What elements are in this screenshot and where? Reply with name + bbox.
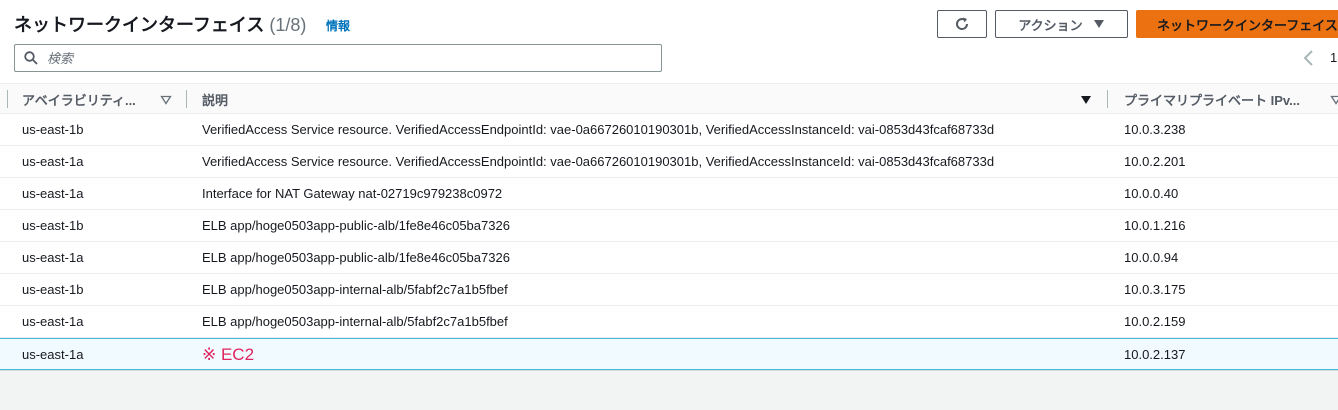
column-header-availability-zone[interactable]: アベイラビリティ...: [22, 84, 136, 114]
create-button-label: ネットワークインターフェイスを作成: [1157, 17, 1338, 33]
actions-dropdown[interactable]: アクション: [995, 10, 1128, 38]
search-input[interactable]: [47, 48, 647, 68]
selection-count: (1/8): [269, 15, 307, 35]
table-row[interactable]: us-east-1a ELB app/hoge0503app-public-al…: [0, 242, 1338, 274]
table-header: アベイラビリティ... 説明 プライマリプライベート IPv...: [0, 83, 1338, 114]
cell-primary-ip: 10.0.3.175: [1124, 282, 1186, 297]
cell-primary-ip: 10.0.1.216: [1124, 218, 1186, 233]
table-row[interactable]: us-east-1a ELB app/hoge0503app-internal-…: [0, 306, 1338, 338]
page-title: ネットワークインターフェイス (1/8): [14, 11, 306, 37]
cell-primary-ip: 10.0.2.201: [1124, 154, 1186, 169]
table-row[interactable]: us-east-1a Interface for NAT Gateway nat…: [0, 178, 1338, 210]
cell-availability-zone: us-east-1b: [22, 122, 84, 137]
cell-availability-zone: us-east-1a: [22, 314, 84, 329]
sort-icon[interactable]: [1330, 95, 1338, 105]
sort-icon[interactable]: [160, 95, 172, 105]
table-row[interactable]: us-east-1b VerifiedAccess Service resour…: [0, 114, 1338, 146]
cell-primary-ip: 10.0.2.159: [1124, 314, 1186, 329]
refresh-button[interactable]: [937, 10, 987, 38]
cell-availability-zone: us-east-1a: [22, 186, 84, 201]
cell-description: ELB app/hoge0503app-internal-alb/5fabf2c…: [202, 282, 508, 297]
column-header-description[interactable]: 説明: [202, 84, 228, 114]
cell-description: Interface for NAT Gateway nat-02719c9792…: [202, 186, 503, 201]
cell-availability-zone: us-east-1a: [22, 154, 84, 169]
chevron-left-icon[interactable]: [1302, 49, 1316, 67]
cell-description-annotation: ※ EC2: [202, 345, 255, 364]
cell-availability-zone: us-east-1a: [22, 347, 84, 362]
column-label: 説明: [202, 92, 229, 108]
cell-primary-ip: 10.0.3.238: [1124, 122, 1186, 137]
sort-filled-icon[interactable]: [1080, 95, 1092, 105]
table-row[interactable]: us-east-1b ELB app/hoge0503app-internal-…: [0, 274, 1338, 306]
cell-availability-zone: us-east-1b: [22, 282, 84, 297]
info-link[interactable]: 情報: [326, 17, 350, 34]
column-label: プライマリプライベート IPv...: [1124, 92, 1300, 108]
cell-description: VerifiedAccess Service resource. Verifie…: [202, 122, 995, 137]
column-label: アベイラビリティ...: [22, 92, 136, 108]
cell-availability-zone: us-east-1b: [22, 218, 84, 233]
cell-description: ELB app/hoge0503app-public-alb/1fe8e46c0…: [202, 218, 510, 233]
page-number[interactable]: 1: [1330, 50, 1337, 65]
table-row[interactable]: us-east-1b ELB app/hoge0503app-public-al…: [0, 210, 1338, 242]
network-interfaces-panel: ネットワークインターフェイス (1/8) 情報 アクション ネットワークインター…: [0, 0, 1338, 371]
cell-primary-ip: 10.0.0.94: [1124, 250, 1179, 265]
search-icon: [24, 51, 38, 65]
cell-availability-zone: us-east-1a: [22, 250, 84, 265]
cell-description: ELB app/hoge0503app-public-alb/1fe8e46c0…: [202, 250, 510, 265]
column-divider[interactable]: [186, 90, 187, 108]
search-field[interactable]: [14, 44, 662, 72]
cell-description: VerifiedAccess Service resource. Verifie…: [202, 154, 995, 169]
cell-primary-ip: 10.0.2.137: [1124, 347, 1186, 362]
column-header-primary-private-ip[interactable]: プライマリプライベート IPv...: [1124, 84, 1300, 114]
column-divider[interactable]: [7, 90, 8, 108]
actions-label: アクション: [1018, 17, 1083, 33]
page-title-text: ネットワークインターフェイス: [14, 15, 265, 35]
table-row-selected[interactable]: us-east-1a ※ EC2 10.0.2.137: [0, 338, 1338, 370]
table-row[interactable]: us-east-1a VerifiedAccess Service resour…: [0, 146, 1338, 178]
refresh-icon: [956, 17, 969, 30]
cell-description: ELB app/hoge0503app-internal-alb/5fabf2c…: [202, 314, 508, 329]
caret-down-icon: [1093, 20, 1104, 28]
cell-primary-ip: 10.0.0.40: [1124, 186, 1179, 201]
create-network-interface-button[interactable]: ネットワークインターフェイスを作成: [1136, 10, 1338, 38]
column-divider[interactable]: [1107, 90, 1108, 108]
